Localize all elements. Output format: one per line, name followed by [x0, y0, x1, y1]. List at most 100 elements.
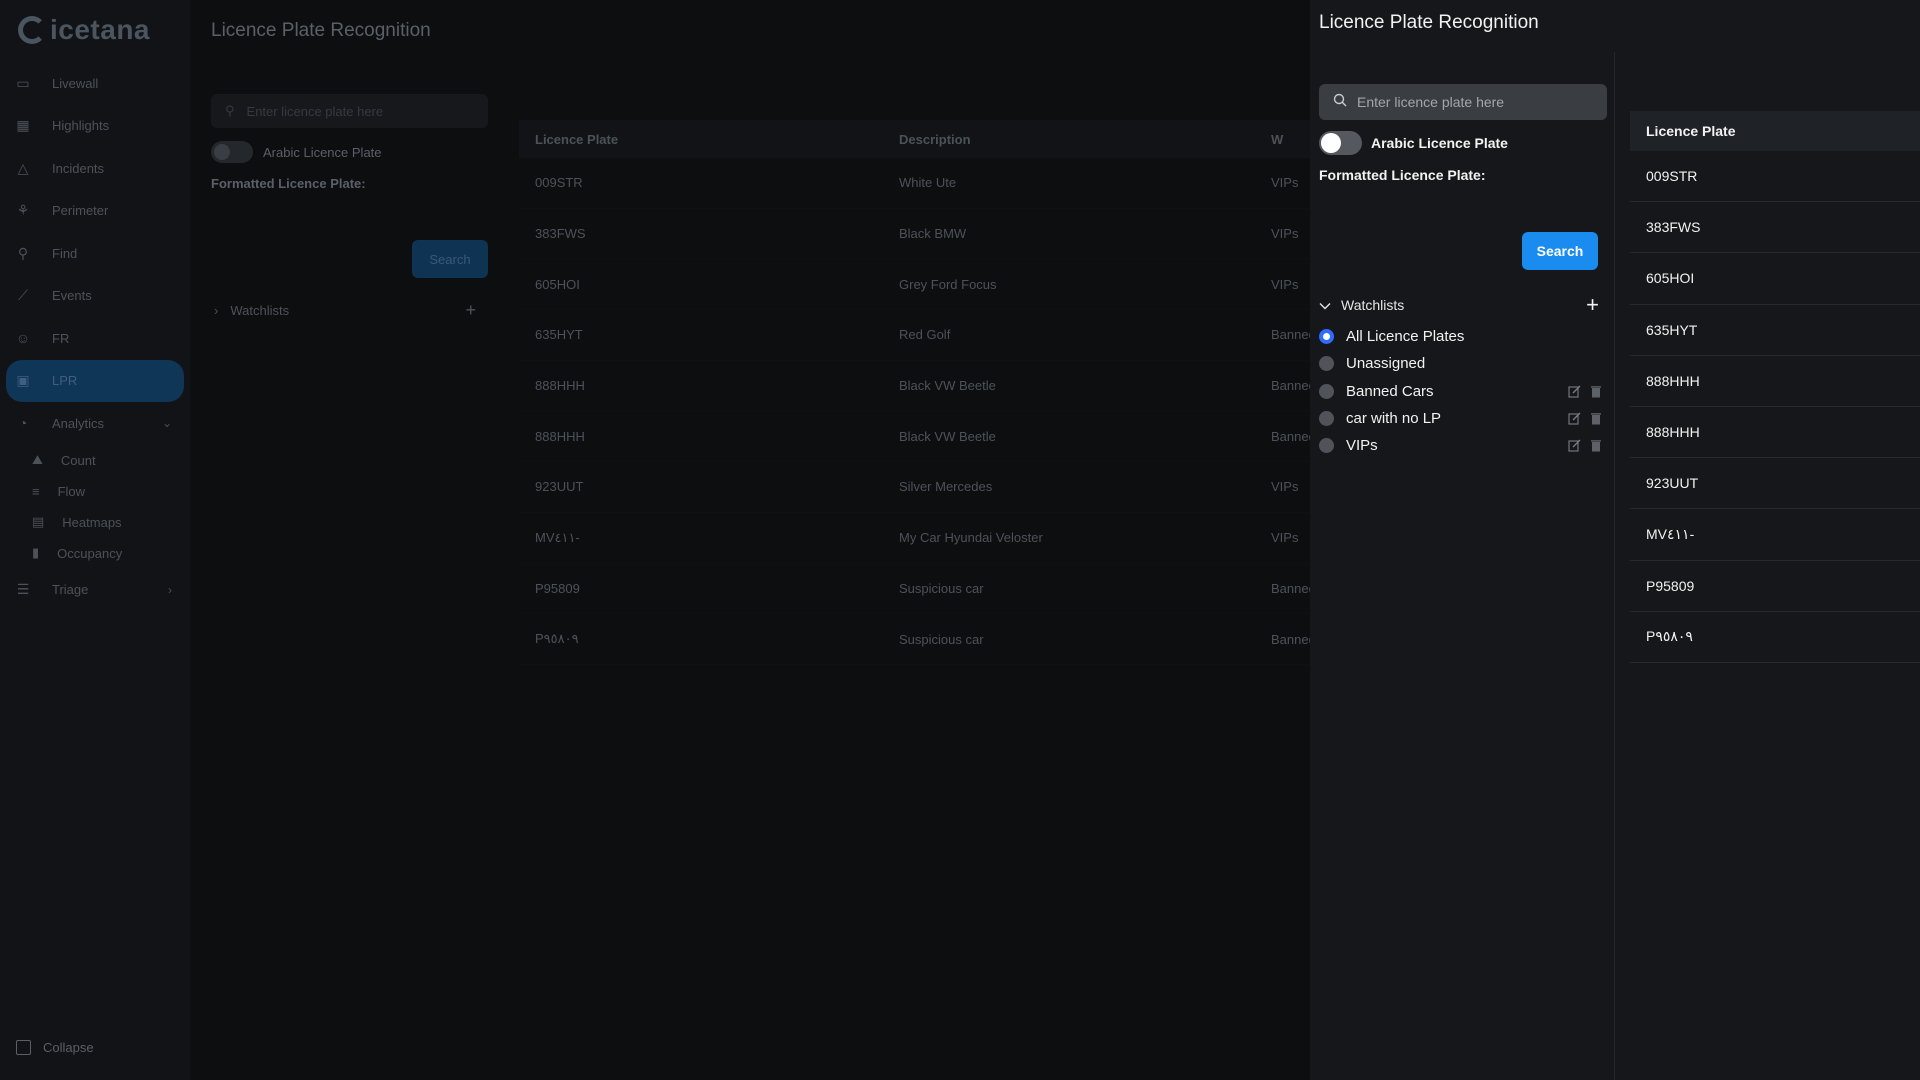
radio-icon[interactable]	[1319, 356, 1334, 372]
table-row[interactable]: MV٤١١-	[1630, 509, 1920, 561]
table-row[interactable]: 605HOI Grey Ford Focus VIPs	[519, 259, 1310, 311]
area-chart-icon: ⛰	[32, 452, 43, 467]
collapse-sidebar-button[interactable]: Collapse	[16, 1040, 94, 1055]
person-search-icon: ⚲	[17, 244, 29, 261]
sidebar-item-lpr[interactable]: ▣ LPR	[6, 359, 184, 402]
edit-icon[interactable]	[1567, 412, 1581, 426]
lpr-drawer: Licence Plate Recognition Arabic Licence…	[1310, 0, 1920, 1080]
sidebar-item-livewall[interactable]: ▭ Livewall	[6, 62, 184, 105]
sidebar-item-triage[interactable]: ☰ Triage ›	[6, 569, 184, 612]
sidebar-subitem-heatmaps[interactable]: ▤ Heatmaps	[6, 507, 184, 538]
list-check-icon: ☰	[16, 581, 30, 598]
table-row[interactable]: 923UUT	[1630, 458, 1920, 510]
table-row[interactable]: P٩٥٨٠٩	[1630, 612, 1920, 663]
table-row[interactable]: P95809Suspicious carBanned Cars	[519, 564, 1310, 615]
arabic-toggle-row: Arabic Licence Plate	[211, 141, 382, 163]
chevron-right-icon: ›	[214, 303, 219, 318]
table-header: Licence Plate	[1630, 111, 1920, 151]
watchlist-list: All Licence Plates Unassigned Banned Car…	[1319, 323, 1609, 459]
drawer-title: Licence Plate Recognition	[1319, 12, 1539, 33]
watchlists-header[interactable]: › Watchlists +	[214, 300, 476, 321]
sidebar-item-perimeter[interactable]: ⚘ Perimeter	[6, 190, 184, 233]
table-row[interactable]: P95809	[1630, 561, 1920, 612]
sidebar-item-incidents[interactable]: △ Incidents	[6, 147, 184, 190]
table-row[interactable]: P٩٥٨٠٩Suspicious carBanned Cars	[519, 614, 1310, 665]
heatmap-icon: ▤	[32, 514, 45, 529]
table-row[interactable]: 383FWS Black BMW VIPs	[519, 209, 1310, 260]
table-row[interactable]: 923UUT Silver Mercedes VIPs	[519, 462, 1310, 513]
sidebar-subitem-flow[interactable]: ≡ Flow	[6, 476, 184, 507]
watchlist-item-vips[interactable]: VIPs	[1319, 432, 1609, 459]
arabic-toggle-label: Arabic Licence Plate	[1371, 135, 1508, 151]
table-row[interactable]: 888HHH	[1630, 356, 1920, 407]
drawer-search-field	[1319, 84, 1607, 120]
table-row[interactable]: 605HOI	[1630, 253, 1920, 305]
radio-icon[interactable]	[1319, 411, 1334, 427]
table-row[interactable]: 009STR	[1630, 151, 1920, 203]
radio-selected-icon[interactable]	[1319, 329, 1334, 345]
watchlists-header[interactable]: Watchlists +	[1319, 294, 1599, 316]
formatted-licence-plate-label: Formatted Licence Plate:	[1319, 167, 1486, 183]
trash-icon[interactable]	[1589, 412, 1603, 426]
radio-icon[interactable]	[1319, 383, 1334, 399]
chevron-down-icon: ⌄	[161, 416, 172, 431]
watchlist-actions	[1567, 384, 1603, 398]
watchlist-item-car-with-no-lp[interactable]: car with no LP	[1319, 405, 1609, 432]
table-row[interactable]: 635HYTRed GolfBanned Cars	[519, 310, 1310, 361]
add-watchlist-icon[interactable]: +	[465, 300, 476, 321]
table-row[interactable]: 009STR White Ute VIPs	[519, 158, 1310, 209]
warning-icon: △	[17, 159, 29, 176]
logo-text: icetana	[50, 14, 150, 45]
monitor-icon: ▭	[16, 74, 30, 91]
sidebar-subitem-occupancy[interactable]: ▮ Occupancy	[6, 538, 184, 569]
watchlist-item-banned-cars[interactable]: Banned Cars	[1319, 378, 1609, 405]
sidebar: icetana ▭ Livewall ▦ Highlights △ Incidents…	[0, 0, 190, 1080]
edit-icon[interactable]	[1567, 439, 1581, 453]
formatted-label: Formatted Licence Plate:	[211, 176, 366, 191]
table-header: Licence Plate Description W	[519, 120, 1310, 158]
watchlist-actions	[1567, 412, 1603, 426]
plates-table: Licence Plate Description W 009STR White …	[519, 120, 1310, 665]
arabic-toggle-row: Arabic Licence Plate	[1319, 131, 1508, 155]
person-run-icon: ⚘	[16, 202, 30, 219]
edit-icon[interactable]	[1567, 384, 1581, 398]
table-row[interactable]: 888HHHBlack VW BeetleBanned Cars	[519, 411, 1310, 463]
bar-chart-icon: ▮	[32, 545, 40, 560]
line-chart-icon: ⟋	[18, 287, 28, 304]
search-button[interactable]: Search	[412, 240, 488, 278]
arabic-toggle[interactable]	[211, 141, 253, 163]
trash-icon[interactable]	[1589, 439, 1603, 453]
logo: icetana	[18, 14, 150, 46]
logo-mark-icon	[18, 16, 46, 44]
table-row[interactable]: 383FWS	[1630, 202, 1920, 254]
car-scan-icon: ▣	[16, 372, 30, 389]
table-row[interactable]: MV٤١١- My Car Hyundai Veloster VIPs	[519, 513, 1310, 564]
search-input[interactable]: ⚲ Enter licence plate here	[211, 94, 488, 128]
sidebar-item-analytics[interactable]: ◔ Analytics ⌄	[6, 402, 184, 445]
search-button[interactable]: Search	[1522, 232, 1598, 270]
sidebar-item-highlights[interactable]: ▦ Highlights	[6, 105, 184, 148]
chevron-right-icon: ›	[168, 582, 172, 597]
sidebar-item-events[interactable]: ⟋ Events	[6, 275, 184, 318]
sidebar-toggle-icon	[16, 1040, 31, 1055]
radio-icon[interactable]	[1319, 438, 1334, 454]
search-icon: ⚲	[225, 103, 235, 118]
table-row[interactable]: 888HHHBlack VW BeetleBanned Cars	[519, 361, 1310, 412]
drawer-divider	[1614, 52, 1615, 1080]
sidebar-subitem-count[interactable]: ⛰ Count	[6, 445, 184, 476]
add-watchlist-icon[interactable]: +	[1586, 294, 1599, 316]
sidebar-item-find[interactable]: ⚲ Find	[6, 232, 184, 275]
search-icon	[1333, 93, 1347, 112]
pie-chart-icon: ◔	[18, 415, 28, 432]
arabic-licence-plate-toggle[interactable]	[1319, 131, 1362, 155]
watchlist-item-unassigned[interactable]: Unassigned	[1319, 350, 1609, 377]
licence-plate-search-input[interactable]	[1357, 94, 1587, 110]
face-scan-icon: ☺	[15, 330, 31, 347]
sidebar-item-fr[interactable]: ☺ FR	[6, 317, 184, 360]
table-row[interactable]: 635HYT	[1630, 305, 1920, 356]
table-row[interactable]: 888HHH	[1630, 407, 1920, 459]
watchlist-item-all-licence-plates[interactable]: All Licence Plates	[1319, 323, 1609, 350]
chevron-down-icon	[1319, 297, 1331, 313]
drawer-plates-table: Licence Plate 009STR 383FWS 605HOI 635HY…	[1630, 111, 1920, 663]
trash-icon[interactable]	[1589, 384, 1603, 398]
